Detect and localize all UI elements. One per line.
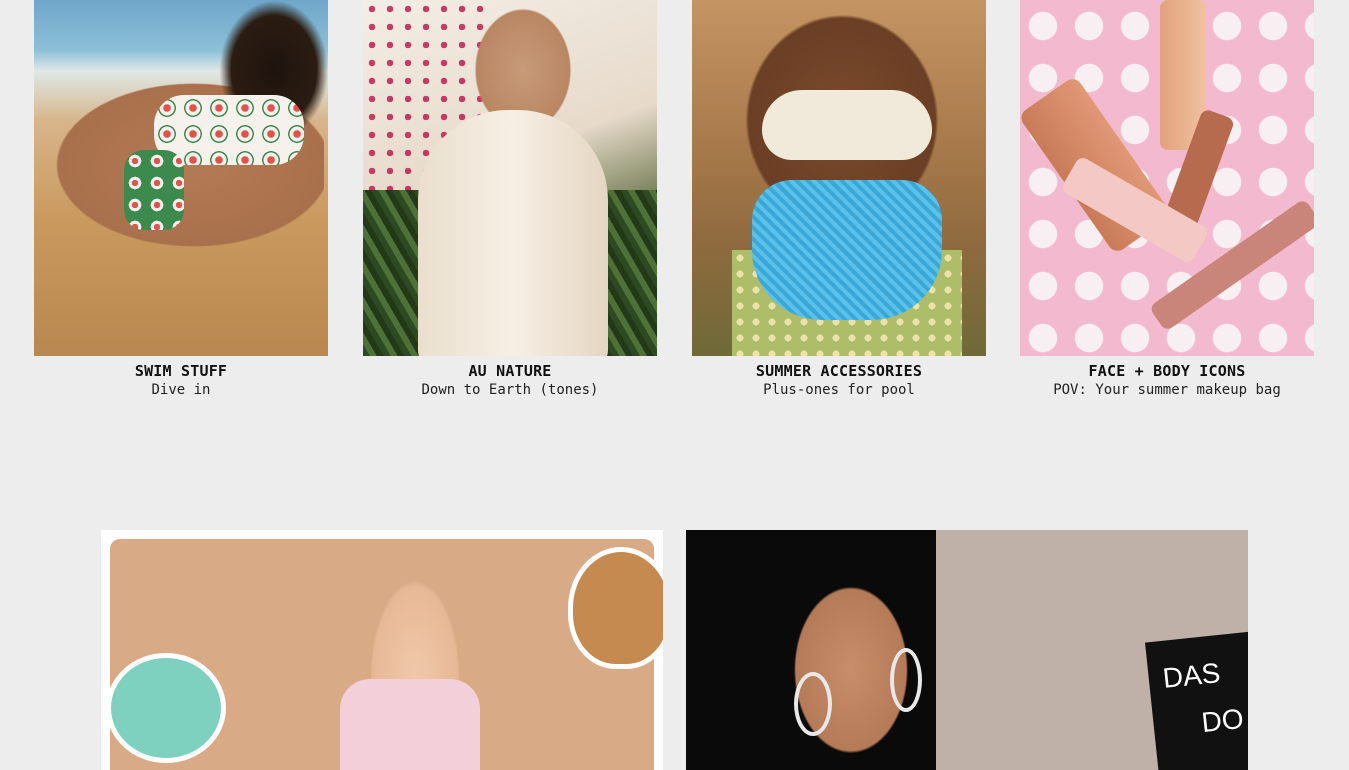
category-card-face-body[interactable]: FACE + BODY ICONS POV: Your summer makeu… xyxy=(1020,0,1314,398)
pokemon-collab-photo xyxy=(106,539,663,770)
hoop-earring-icon xyxy=(794,672,832,736)
category-title[interactable]: SUMMER ACCESSORIES xyxy=(692,362,986,380)
category-title[interactable]: SWIM STUFF xyxy=(34,362,328,380)
sign-text: DO xyxy=(1200,702,1246,739)
category-card-summer-accessories[interactable]: SUMMER ACCESSORIES Plus-ones for pool xyxy=(692,0,986,398)
category-subtitle[interactable]: Dive in xyxy=(34,382,328,398)
swimwear-photo[interactable] xyxy=(34,0,328,356)
sign-board: DAS DO xyxy=(1145,630,1248,770)
promo-banner-pokemon[interactable] xyxy=(101,530,663,770)
category-title[interactable]: FACE + BODY ICONS xyxy=(1020,362,1314,380)
hoop-earring-icon xyxy=(890,648,922,712)
bulbasaur-sticker-icon xyxy=(106,653,226,763)
category-subtitle[interactable]: Down to Earth (tones) xyxy=(363,382,657,398)
promo-banner-das[interactable]: DAS DO xyxy=(686,530,1248,770)
category-card-au-nature[interactable]: AU NATURE Down to Earth (tones) xyxy=(363,0,657,398)
category-title[interactable]: AU NATURE xyxy=(363,362,657,380)
makeup-photo[interactable] xyxy=(1020,0,1314,356)
category-card-swim[interactable]: SWIM STUFF Dive in xyxy=(34,0,328,398)
sign-text: DAS xyxy=(1161,657,1222,694)
accessories-photo[interactable] xyxy=(692,0,986,356)
neutral-dress-photo[interactable] xyxy=(363,0,657,356)
category-subtitle[interactable]: Plus-ones for pool xyxy=(692,382,986,398)
eevee-sticker-icon xyxy=(568,547,663,669)
category-subtitle[interactable]: POV: Your summer makeup bag xyxy=(1020,382,1314,398)
